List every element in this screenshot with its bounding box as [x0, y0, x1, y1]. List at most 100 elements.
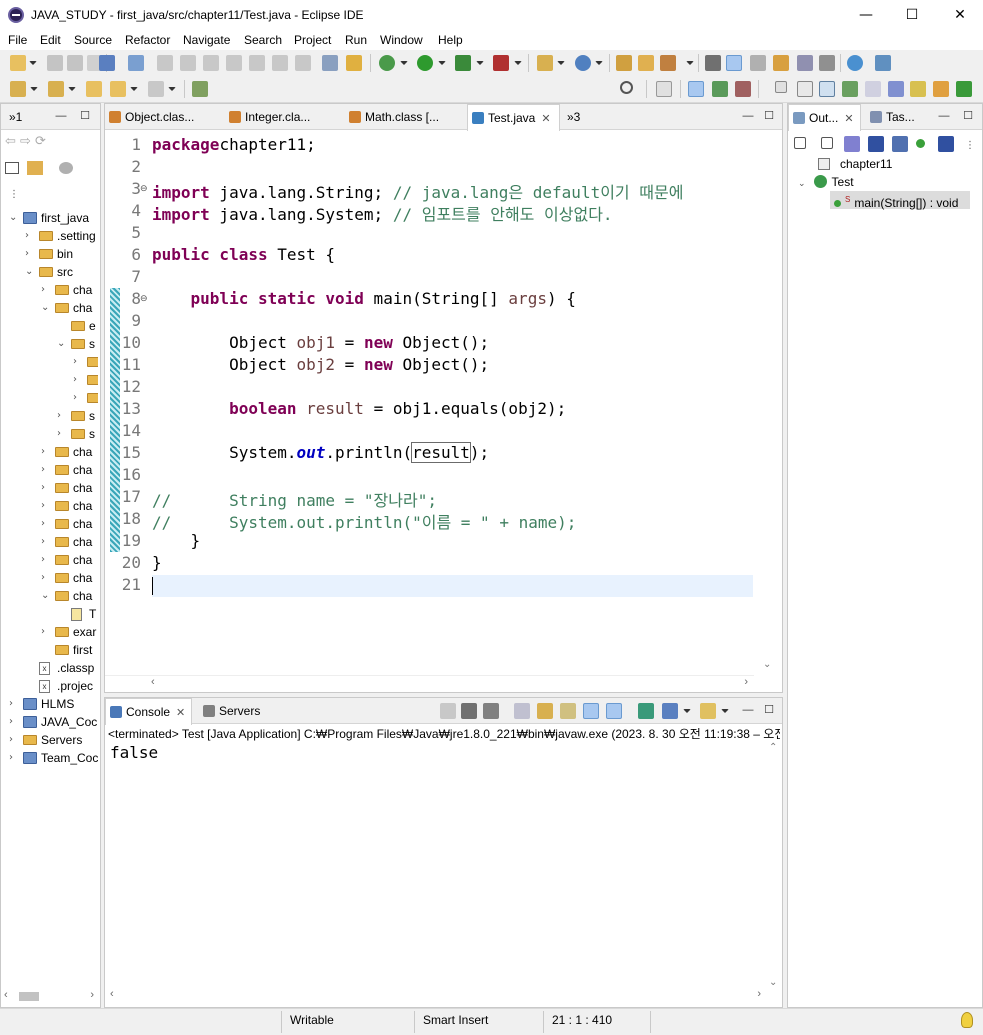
pin-console-icon[interactable]: [638, 703, 654, 719]
tree-item[interactable]: ⌄ s: [1, 335, 98, 353]
new-class-icon[interactable]: [575, 55, 591, 71]
toggle-highlight-icon[interactable]: [726, 55, 742, 71]
next-annotation-dropdown-icon[interactable]: [30, 87, 38, 91]
console-hscroll[interactable]: ‹ ›: [105, 988, 765, 1005]
toggle-mark-occurrences-icon[interactable]: [705, 55, 721, 71]
run-dropdown-icon[interactable]: [438, 61, 446, 65]
fold-toggle-icon[interactable]: ⊖: [140, 184, 148, 194]
menu-project[interactable]: Project: [294, 33, 331, 47]
scroll-up-icon[interactable]: ⌃: [769, 742, 777, 753]
share-icon[interactable]: [875, 55, 891, 71]
chevron-right-icon[interactable]: ›: [9, 713, 13, 731]
chevron-right-icon[interactable]: ›: [41, 569, 45, 587]
coverage-icon[interactable]: [455, 55, 471, 71]
tree-item[interactable]: › HLMS: [1, 695, 98, 713]
tree-item[interactable]: › cha: [1, 515, 98, 533]
expand-icon[interactable]: [821, 137, 833, 149]
scroll-left-icon[interactable]: ‹: [151, 676, 155, 688]
external-tools-icon[interactable]: [493, 55, 509, 71]
collapse-all-icon[interactable]: [5, 162, 19, 174]
maximize-view-icon[interactable]: ☐: [763, 110, 775, 122]
tab-overflow[interactable]: »3: [567, 104, 580, 130]
chevron-right-icon[interactable]: ›: [41, 443, 45, 461]
chevron-down-icon[interactable]: ⌄: [9, 209, 17, 227]
display-console-icon[interactable]: [662, 703, 678, 719]
view-menu-icon[interactable]: ⋮: [965, 140, 981, 156]
minimize-view-icon[interactable]: —: [742, 110, 754, 122]
tree-item[interactable]: ⌄ first_java: [1, 209, 98, 227]
java-perspective-icon[interactable]: [688, 81, 704, 97]
suspend-icon[interactable]: [180, 55, 196, 71]
tab-console[interactable]: Console ✕: [105, 698, 193, 725]
scroll-right-icon[interactable]: ›: [90, 989, 94, 1001]
last-edit-location-icon[interactable]: [86, 81, 102, 97]
display-console-dropdown-icon[interactable]: [683, 709, 691, 713]
new-class-dropdown-icon[interactable]: [595, 61, 603, 65]
open-task-icon[interactable]: [660, 55, 676, 71]
chevron-right-icon[interactable]: ›: [41, 479, 45, 497]
disconnect-icon[interactable]: [226, 55, 242, 71]
tree-item[interactable]: › s: [1, 425, 98, 443]
chevron-down-icon[interactable]: ⌄: [25, 263, 33, 281]
external-tools-dropdown-icon[interactable]: [514, 61, 522, 65]
tab-servers[interactable]: Servers: [203, 698, 260, 724]
package-explorer-tab[interactable]: »1: [9, 104, 22, 130]
debug-icon[interactable]: [379, 55, 395, 71]
open-perspective-icon[interactable]: [656, 81, 672, 97]
search-dropdown-icon[interactable]: [686, 61, 694, 65]
tree-item[interactable]: › Team_Coc: [1, 749, 98, 767]
view-menu-icon[interactable]: [59, 162, 73, 174]
minimize-view-icon[interactable]: —: [938, 110, 950, 122]
chevron-right-icon[interactable]: ›: [73, 389, 77, 407]
problems-icon[interactable]: [910, 81, 926, 97]
globe-icon[interactable]: [847, 55, 863, 71]
tree-item[interactable]: › cha: [1, 533, 98, 551]
tree-item[interactable]: ›: [1, 389, 98, 407]
outline-package-item[interactable]: chapter11: [818, 155, 892, 173]
new-java-project-dropdown-icon[interactable]: [557, 61, 565, 65]
coverage-dropdown-icon[interactable]: [476, 61, 484, 65]
skip-breakpoints-icon[interactable]: [128, 55, 144, 71]
menu-source[interactable]: Source: [74, 33, 112, 47]
new-dropdown-icon[interactable]: [29, 61, 37, 65]
drop-to-frame-icon[interactable]: [322, 55, 338, 71]
chevron-right-icon[interactable]: ›: [73, 353, 77, 371]
debug-dropdown-icon[interactable]: [400, 61, 408, 65]
chevron-right-icon[interactable]: ›: [41, 461, 45, 479]
download-icon[interactable]: [956, 81, 972, 97]
chevron-right-icon[interactable]: ›: [41, 515, 45, 533]
open-folder-icon[interactable]: [638, 55, 654, 71]
tree-item[interactable]: › exar: [1, 623, 98, 641]
tab-task-list[interactable]: Tas...: [870, 104, 915, 130]
maximize-view-icon[interactable]: ☐: [763, 704, 775, 716]
console-output[interactable]: false: [110, 743, 158, 762]
chevron-down-icon[interactable]: ⌄: [57, 335, 65, 353]
scroll-thumb[interactable]: [19, 992, 39, 1001]
forward-dropdown-icon[interactable]: [168, 87, 176, 91]
remove-launch-icon[interactable]: [461, 703, 477, 719]
tree-item[interactable]: e: [1, 317, 98, 335]
chevron-right-icon[interactable]: ›: [73, 371, 77, 389]
menu-edit[interactable]: Edit: [40, 33, 61, 47]
terminate-icon[interactable]: [203, 55, 219, 71]
scroll-left-icon[interactable]: ‹: [4, 989, 8, 1001]
menu-navigate[interactable]: Navigate: [183, 33, 230, 47]
tree-item[interactable]: › cha: [1, 479, 98, 497]
tab-math-class[interactable]: Math.class [...: [349, 104, 439, 130]
tip-lightbulb-icon[interactable]: [961, 1012, 973, 1028]
fold-toggle-icon[interactable]: ⊖: [140, 294, 148, 304]
chevron-right-icon[interactable]: ›: [57, 407, 61, 425]
scroll-right-icon[interactable]: ›: [744, 676, 748, 688]
tree-item[interactable]: › cha: [1, 569, 98, 587]
window-icon[interactable]: [819, 81, 835, 97]
git-icon[interactable]: [933, 81, 949, 97]
chevron-right-icon[interactable]: ›: [57, 425, 61, 443]
step-over-icon[interactable]: [272, 55, 288, 71]
console-vscroll[interactable]: ⌃ ⌄: [765, 742, 782, 990]
previous-annotation-dropdown-icon[interactable]: [68, 87, 76, 91]
chevron-down-icon[interactable]: ⌄: [798, 179, 806, 189]
scroll-lock-icon[interactable]: [537, 703, 553, 719]
open-type-icon[interactable]: [616, 55, 632, 71]
terminate-icon[interactable]: [440, 703, 456, 719]
tab-outline[interactable]: Out... ✕: [788, 104, 861, 131]
